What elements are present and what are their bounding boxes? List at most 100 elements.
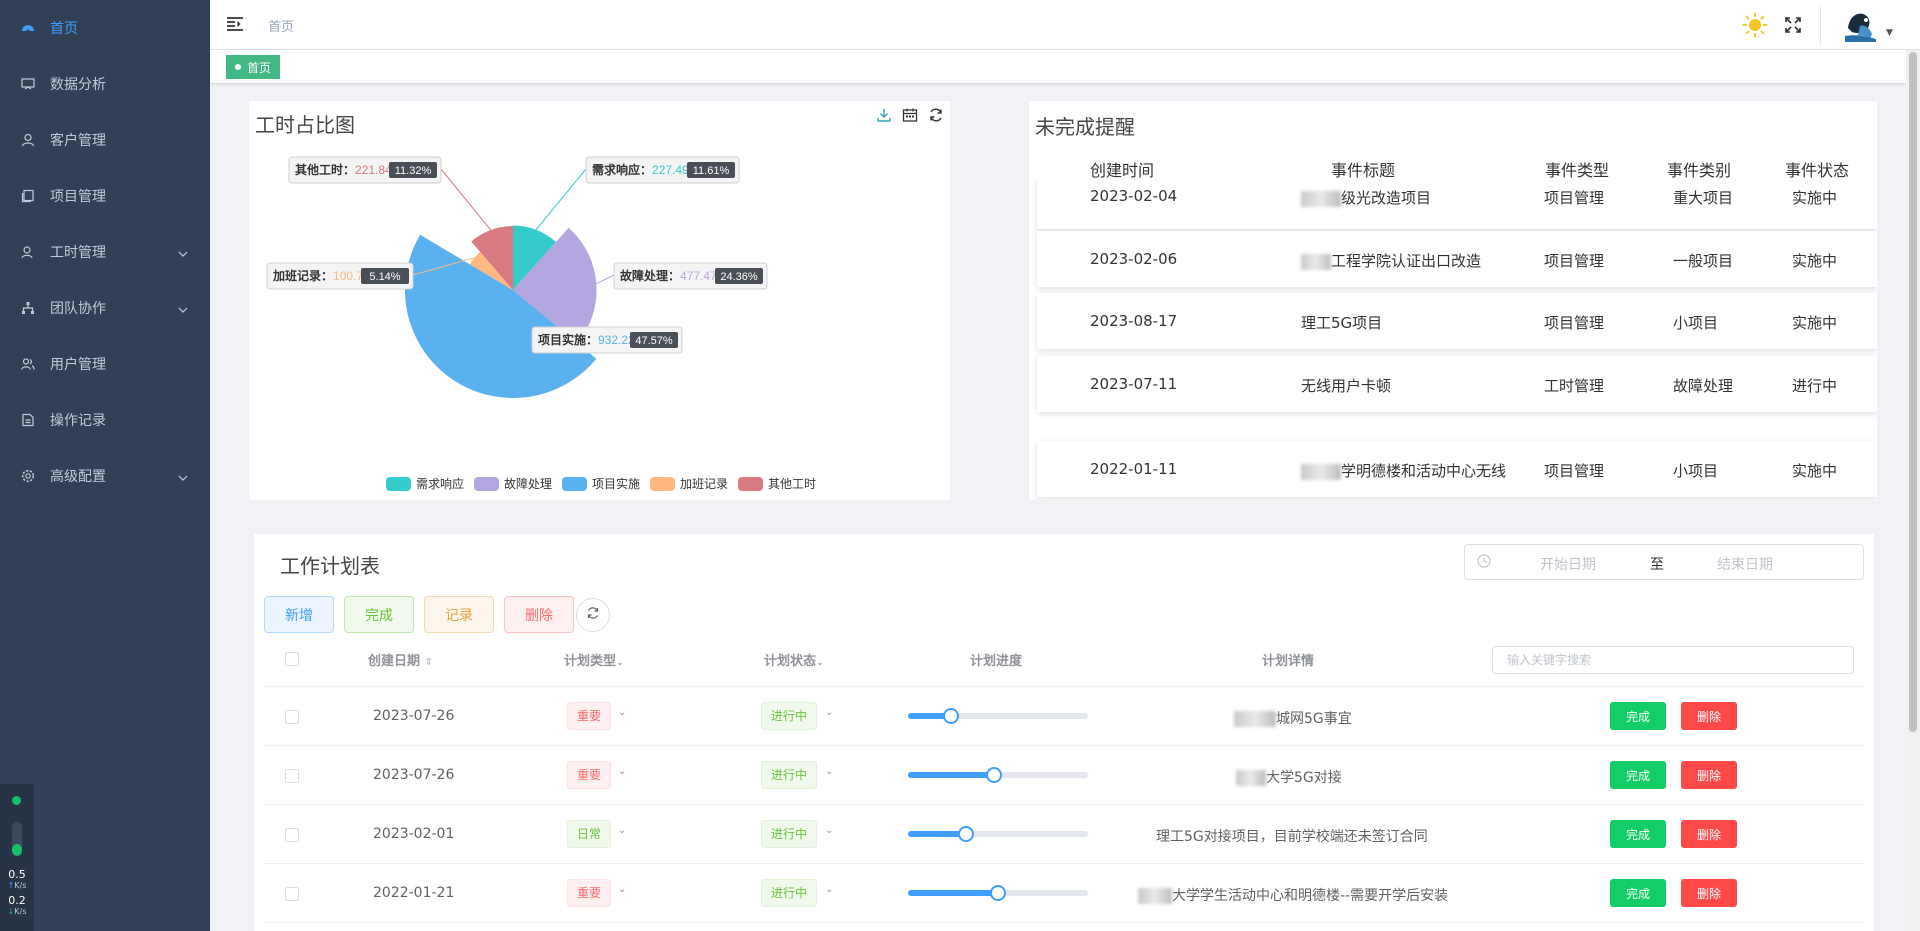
chevron-down-icon[interactable]: ⌄ [825,884,833,895]
sidebar-item-advanced-config[interactable]: 高级配置 [0,448,210,504]
sidebar-item-customers[interactable]: 客户管理 [0,112,210,168]
column-header-date[interactable]: 创建日期 ⇕ [368,650,433,669]
tag-home[interactable]: 首页 [226,55,281,79]
row-delete-button[interactable]: 删除 [1681,820,1737,848]
worktime-pie-panel: 工时占比图 需求响应：227.49H 11.61% 故障处理：477.47H 24.3… [249,101,950,500]
legend-swatch [385,476,411,491]
row-date: 2023-02-06 [1090,250,1178,268]
progress-slider[interactable] [908,885,1088,901]
plan-status-tag[interactable]: 进行中 [761,820,818,848]
upload-unit: ↑K/s [7,881,27,890]
filter-chevron-icon[interactable]: ⌄ [616,658,624,668]
list-item[interactable]: 2023-02-04 级光改造项目 项目管理 重大项目 实施中 [1037,179,1877,229]
download-unit: ↓K/s [7,907,27,916]
keyword-search-input[interactable]: 输入关键字搜索 [1492,646,1854,674]
row-checkbox[interactable] [285,828,299,842]
progress-slider[interactable] [908,826,1088,842]
row-delete-button[interactable]: 删除 [1681,761,1737,789]
select-all-checkbox[interactable] [285,652,299,666]
delete-button[interactable]: 删除 [504,596,574,633]
sidebar-item-worktime[interactable]: 工时管理 [0,224,210,280]
tag-label: 首页 [247,60,272,75]
page-scrollbar-thumb[interactable] [1909,52,1917,732]
slice-label-name: 项目实施： [538,332,598,347]
row-category: 故障处理 [1673,377,1734,395]
redacted-blur [1301,463,1341,480]
list-item[interactable]: 2023-02-06 工程学院认证出口改造 项目管理 一般项目 实施中 [1037,231,1877,287]
slice-label: 项目实施：932.22H47.57% [531,326,683,354]
slider-knob[interactable] [990,885,1006,901]
progress-slider[interactable] [908,767,1088,783]
hamburger-icon[interactable] [226,15,244,33]
row-detail-text: 城网5G事宜 [1276,711,1352,727]
slice-label-name: 加班记录： [272,268,333,283]
legend-item[interactable]: 其他工时 [738,475,816,492]
sidebar-item-data-analysis[interactable]: 数据分析 [0,56,210,112]
sidebar-item-team[interactable]: 团队协作 [0,280,210,336]
chevron-down-icon [178,245,188,261]
chevron-down-icon[interactable]: ⌄ [618,766,626,777]
record-button[interactable]: 记录 [424,596,494,633]
breadcrumb[interactable]: 首页 [268,16,294,35]
legend-label: 需求响应 [415,477,464,491]
chevron-down-icon[interactable]: ⌄ [618,825,626,836]
refresh-button[interactable] [576,598,610,632]
legend-item[interactable]: 项目实施 [561,475,640,492]
list-item[interactable]: 2022-01-11 学明德楼和活动中心无线 项目管理 小项目 实施中 [1037,441,1877,497]
row-title-text: 学明德楼和活动中心无线 [1341,462,1507,480]
row-done-button[interactable]: 完成 [1610,702,1666,730]
chevron-down-icon[interactable]: ⌄ [825,825,833,836]
column-header-type[interactable]: 计划类型⌄ [564,650,624,669]
legend-label: 其他工时 [768,477,817,491]
plan-type-tag[interactable]: 重要 [567,879,612,907]
legend-swatch [561,476,587,491]
sidebar-item-home[interactable]: 首页 [0,0,210,56]
plan-type-tag[interactable]: 日常 [567,820,612,848]
date-range-picker[interactable]: 开始日期 至 结束日期 [1464,544,1864,580]
legend-item[interactable]: 加班记录 [650,475,728,492]
row-date: 2022-01-21 [373,885,455,901]
list-item[interactable]: 2023-08-17 理工5G项目 项目管理 小项目 实施中 [1037,293,1877,349]
slice-label: 需求响应：227.49H11.61% [585,156,740,184]
row-done-button[interactable]: 完成 [1610,761,1666,789]
plan-status-tag[interactable]: 进行中 [761,702,818,730]
column-header-status[interactable]: 计划状态⌄ [764,650,824,669]
chevron-down-icon[interactable]: ⌄ [825,766,833,777]
start-date-input[interactable]: 开始日期 [1540,554,1596,574]
done-button[interactable]: 完成 [344,596,414,633]
row-delete-button[interactable]: 删除 [1681,879,1737,907]
sidebar-item-logs[interactable]: 操作记录 [0,392,210,448]
chevron-down-icon[interactable]: ⌄ [618,707,626,718]
plan-type-tag[interactable]: 重要 [567,702,612,730]
end-date-input[interactable]: 结束日期 [1717,554,1773,574]
legend-item[interactable]: 故障处理 [473,475,552,492]
plan-type-tag[interactable]: 重要 [567,761,612,789]
row-checkbox[interactable] [285,710,299,724]
sidebar-item-label: 高级配置 [50,469,106,485]
fullscreen-icon[interactable] [1780,12,1806,38]
row-checkbox[interactable] [285,887,299,901]
sort-icon[interactable]: ⇕ [425,657,433,668]
row-delete-button[interactable]: 删除 [1681,702,1737,730]
slider-knob[interactable] [957,826,974,842]
filter-chevron-icon[interactable]: ⌄ [816,658,824,668]
add-button[interactable]: 新增 [264,596,334,633]
plan-status-tag[interactable]: 进行中 [761,879,818,907]
list-item[interactable]: 2023-07-11 无线用户卡顿 工时管理 故障处理 进行中 [1037,356,1877,412]
sidebar-item-projects[interactable]: 项目管理 [0,168,210,224]
chevron-down-icon[interactable]: ⌄ [618,884,626,895]
legend-item[interactable]: 需求响应 [385,475,464,492]
chevron-down-icon[interactable]: ⌄ [825,707,833,718]
sidebar: 首页 数据分析 客户管理 项目管理 工时管理 团队协作 用户管理 操作记录 高级… [0,0,210,931]
row-detail-text: 大学5G对接 [1266,770,1342,786]
row-checkbox[interactable] [285,769,299,783]
sidebar-item-users[interactable]: 用户管理 [0,336,210,392]
theme-toggle-sun-icon[interactable] [1742,12,1768,38]
caret-down-icon[interactable]: ▼ [1886,28,1893,38]
team-icon [20,300,36,316]
plan-status-tag[interactable]: 进行中 [761,761,818,789]
row-done-button[interactable]: 完成 [1610,879,1666,907]
avatar[interactable] [1840,6,1880,46]
row-done-button[interactable]: 完成 [1610,820,1666,848]
progress-slider[interactable] [908,708,1088,724]
